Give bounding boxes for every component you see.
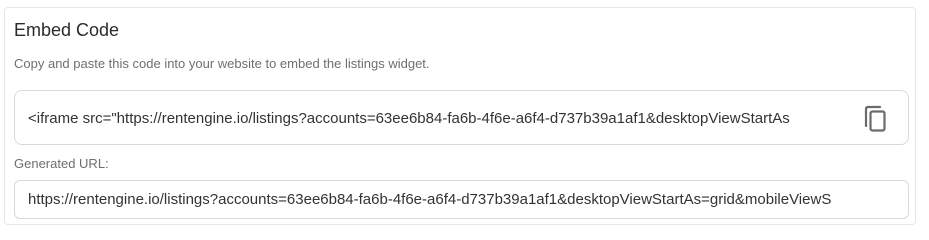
generated-url-text[interactable]: https://rentengine.io/listings?accounts=… [28,181,900,218]
copy-icon [864,105,886,132]
card-description: Copy and paste this code into your websi… [14,56,430,71]
generated-url-label: Generated URL: [14,156,109,171]
embed-code-box[interactable]: <iframe src="https://rentengine.io/listi… [14,90,909,145]
generated-url-field[interactable]: https://rentengine.io/listings?accounts=… [14,180,909,219]
embed-code-text[interactable]: <iframe src="https://rentengine.io/listi… [28,91,850,144]
embed-code-card: Embed Code Copy and paste this code into… [4,7,916,225]
copy-button[interactable] [862,104,890,134]
card-title: Embed Code [14,20,120,40]
